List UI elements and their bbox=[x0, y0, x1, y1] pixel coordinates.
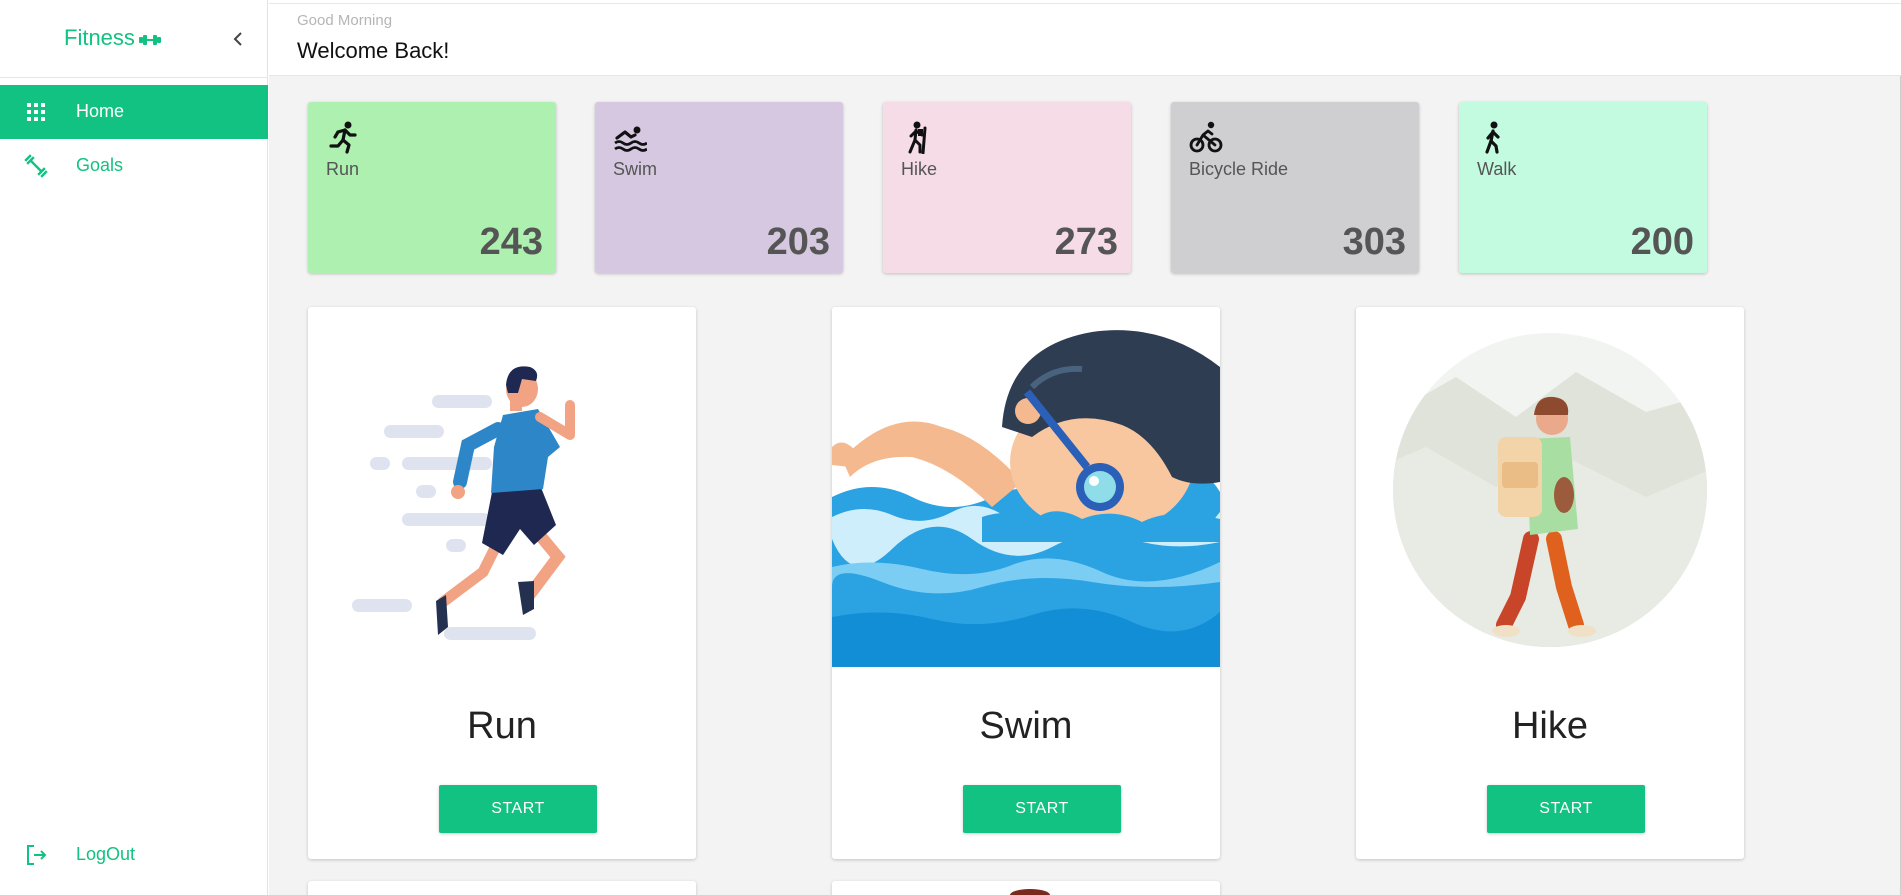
sidebar: Fitness Home Goals LogOut bbox=[0, 0, 268, 895]
stat-label: Bicycle Ride bbox=[1189, 159, 1289, 179]
logout-icon bbox=[27, 845, 47, 865]
run-icon bbox=[329, 121, 357, 154]
stat-card-walk[interactable]: Walk 200 bbox=[1459, 102, 1707, 273]
runner-illustration bbox=[352, 366, 575, 640]
bike-icon bbox=[1189, 121, 1223, 153]
sidebar-item-label: Goals bbox=[76, 155, 124, 175]
activity-card-hike: Hike START bbox=[1356, 307, 1744, 859]
start-hike-button[interactable]: START bbox=[1487, 785, 1645, 833]
top-header: Good Morning Welcome Back! bbox=[269, 3, 1901, 76]
main-content: Run 243 Swim 203 Hike 273 Bicycle Ride 3… bbox=[269, 76, 1901, 895]
swimmer-illustration bbox=[832, 307, 1220, 667]
stat-value: 243 bbox=[479, 221, 543, 263]
stat-label: Run bbox=[326, 159, 360, 179]
walk-icon bbox=[1485, 121, 1500, 154]
brand-name[interactable]: Fitness bbox=[64, 25, 135, 51]
start-run-button[interactable]: START bbox=[439, 785, 597, 833]
activity-title: Hike bbox=[1511, 705, 1589, 747]
hiker-illustration bbox=[1393, 333, 1707, 647]
brand-bar: Fitness bbox=[0, 0, 268, 78]
stat-value: 203 bbox=[766, 221, 830, 263]
activity-card-run: Run START bbox=[308, 307, 696, 859]
stat-value: 273 bbox=[1054, 221, 1118, 263]
stat-card-hike[interactable]: Hike 273 bbox=[883, 102, 1131, 273]
dumbbell-icon bbox=[139, 35, 161, 45]
activity-title: Run bbox=[467, 705, 537, 747]
hike-icon bbox=[908, 121, 927, 154]
activity-card-peek bbox=[308, 881, 696, 895]
stat-label: Swim bbox=[613, 159, 657, 179]
stat-label: Hike bbox=[901, 159, 938, 179]
card-art-peek bbox=[1010, 889, 1050, 895]
swim-icon bbox=[614, 126, 647, 152]
chevron-left-icon[interactable] bbox=[227, 28, 249, 50]
activity-card-peek bbox=[832, 881, 1220, 895]
start-swim-button[interactable]: START bbox=[963, 785, 1121, 833]
stat-card-bike[interactable]: Bicycle Ride 303 bbox=[1171, 102, 1419, 273]
stat-label: Walk bbox=[1477, 159, 1517, 179]
logout-label: LogOut bbox=[76, 844, 136, 864]
stat-value: 303 bbox=[1342, 221, 1406, 263]
greeting-text: Good Morning bbox=[297, 12, 393, 29]
activity-title: Swim bbox=[979, 705, 1073, 747]
sidebar-item-home[interactable]: Home bbox=[0, 85, 268, 139]
dumbbell-icon bbox=[24, 154, 48, 178]
stat-card-run[interactable]: Run 243 bbox=[308, 102, 556, 273]
welcome-title: Welcome Back! bbox=[297, 38, 450, 63]
activity-card-swim: Swim START bbox=[832, 307, 1220, 859]
stat-card-swim[interactable]: Swim 203 bbox=[595, 102, 843, 273]
sidebar-item-label: Home bbox=[76, 101, 125, 121]
logout-button[interactable]: LogOut bbox=[0, 828, 268, 882]
stat-value: 200 bbox=[1630, 221, 1694, 263]
sidebar-item-goals[interactable]: Goals bbox=[0, 139, 268, 193]
apps-grid-icon bbox=[27, 103, 45, 121]
